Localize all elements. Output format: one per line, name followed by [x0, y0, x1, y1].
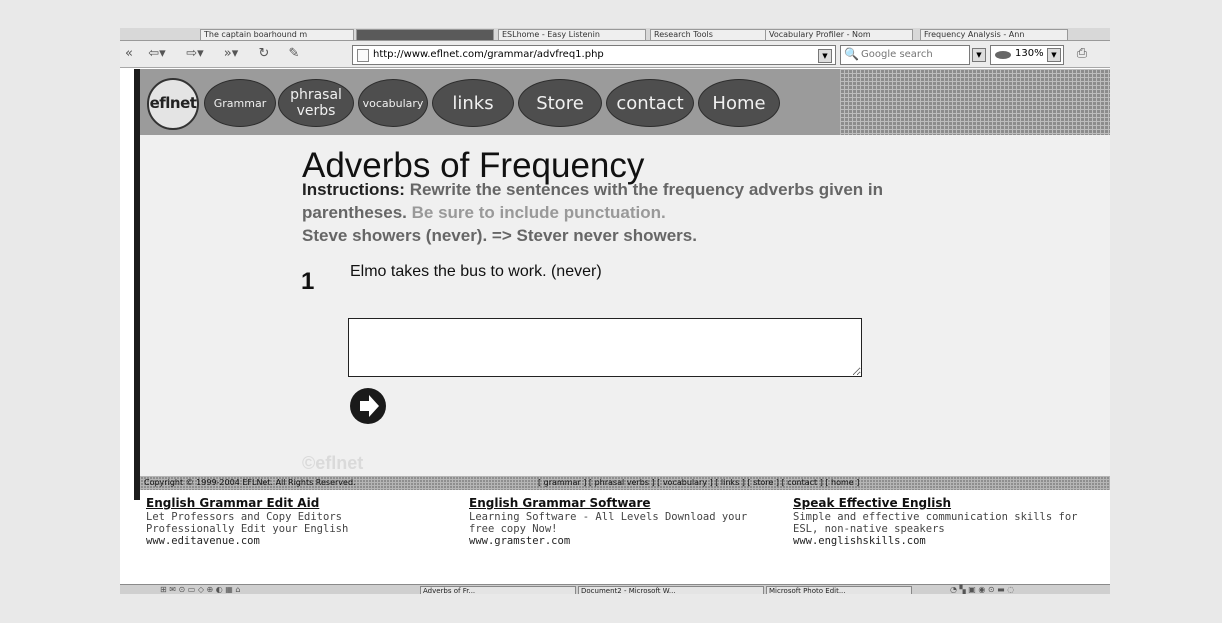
nav-vocabulary[interactable]: vocabulary: [358, 79, 428, 127]
ad-text: Simple and effective communication skill…: [793, 511, 1078, 523]
zoom-eye-icon: [995, 51, 1011, 59]
browser-toolbar: « ⇦▾ ⇨▾ »▾ ↻ ✎ ▼ 🔍 ▼ 130% ▼ ⎙: [120, 41, 1110, 68]
logo-text: eflnet: [149, 94, 197, 112]
ad-block[interactable]: English Grammar Software Learning Softwa…: [469, 496, 789, 547]
ad-text: free copy Now!: [469, 523, 558, 535]
search-dropdown-icon[interactable]: ▼: [972, 48, 986, 62]
question-number: 1: [301, 268, 315, 295]
url-dropdown-icon[interactable]: ▼: [818, 49, 832, 63]
question-text: Elmo takes the bus to work. (never): [350, 263, 602, 280]
fast-forward-icon[interactable]: »▾: [216, 45, 246, 63]
nav-grammar[interactable]: Grammar: [204, 79, 276, 127]
ad-text: Let Professors and Copy Editors: [146, 511, 342, 523]
ad-headline[interactable]: Speak Effective English: [793, 496, 1110, 511]
answer-field[interactable]: [348, 318, 862, 377]
nav-contact[interactable]: contact: [606, 79, 694, 127]
ad-block[interactable]: Speak Effective English Simple and effec…: [793, 496, 1110, 547]
nav-pattern: [840, 69, 1110, 135]
url-input[interactable]: [373, 47, 803, 61]
browser-tab[interactable]: Vocabulary Profiler - Nom: [765, 29, 913, 41]
reload-icon[interactable]: ↻: [252, 45, 276, 63]
browser-tab[interactable]: ESLhome - Easy Listenin: [498, 29, 646, 41]
ad-text: Learning Software - All Levels Download …: [469, 511, 748, 523]
taskbar: ⊞ ✉ ⊙ ▭ ◇ ⊕ ◐ ▦ ⌂ Adverbs of Fr... Docum…: [120, 584, 1110, 594]
instructions-label: Instructions:: [302, 180, 405, 199]
ad-url[interactable]: www.gramster.com: [469, 535, 789, 547]
submit-button[interactable]: [350, 388, 386, 424]
browser-tab[interactable]: Frequency Analysis - Ann: [920, 29, 1068, 41]
taskbar-item[interactable]: Document2 - Microsoft W...: [578, 586, 764, 594]
instructions: Instructions: Rewrite the sentences with…: [302, 178, 982, 247]
browser-tab-strip: The captain boarhound m ESLhome - Easy L…: [120, 28, 1110, 41]
zoom-level: 130%: [1015, 48, 1044, 59]
browser-tab[interactable]: The captain boarhound m: [200, 29, 354, 41]
copyright-text: Copyright © 1999-2004 EFLNet. All Rights…: [144, 478, 356, 487]
zoom-dropdown-icon[interactable]: ▼: [1047, 48, 1061, 62]
instructions-example: Steve showers (never). => Stever never s…: [302, 226, 697, 245]
ad-block[interactable]: English Grammar Edit Aid Let Professors …: [146, 496, 466, 547]
browser-tab-active[interactable]: [356, 29, 494, 41]
ad-url[interactable]: www.editavenue.com: [146, 535, 466, 547]
taskbar-item[interactable]: Adverbs of Fr...: [420, 586, 576, 594]
screenshot-frame: The captain boarhound m ESLhome - Easy L…: [120, 28, 1110, 594]
watermark: ©eflnet: [302, 453, 364, 473]
quick-launch-icons[interactable]: ⊞ ✉ ⊙ ▭ ◇ ⊕ ◐ ▦ ⌂: [160, 585, 410, 594]
instructions-extra: Be sure to include punctuation.: [411, 203, 666, 222]
page-icon: [357, 49, 369, 62]
ad-headline[interactable]: English Grammar Edit Aid: [146, 496, 466, 511]
footer-links[interactable]: [ grammar ] [ phrasal verbs ] [ vocabula…: [538, 478, 859, 488]
ad-url[interactable]: www.englishskills.com: [793, 535, 1110, 547]
back-icon[interactable]: ⇦▾: [142, 45, 172, 63]
ad-text: Professionally Edit your English: [146, 523, 349, 535]
search-icon: 🔍: [844, 47, 859, 61]
browser-tab[interactable]: Research Tools: [650, 29, 768, 41]
printer-icon[interactable]: ⎙: [1070, 45, 1094, 63]
arrow-right-icon: [360, 395, 379, 417]
google-search-input[interactable]: [861, 47, 949, 61]
nav-phrasal-verbs[interactable]: phrasal verbs: [278, 79, 354, 127]
address-bar[interactable]: ▼: [352, 45, 836, 65]
nav-store[interactable]: Store: [518, 79, 602, 127]
ad-headline[interactable]: English Grammar Software: [469, 496, 789, 511]
zoom-control[interactable]: 130% ▼: [990, 45, 1064, 65]
edit-icon[interactable]: ✎: [282, 45, 306, 63]
history-icon[interactable]: «: [122, 45, 136, 63]
google-search-box[interactable]: 🔍: [840, 45, 970, 65]
taskbar-item[interactable]: Microsoft Photo Edit...: [766, 586, 912, 594]
eflnet-logo[interactable]: eflnet: [147, 78, 199, 130]
nav-links[interactable]: links: [432, 79, 514, 127]
ad-text: ESL, non-native speakers: [793, 523, 945, 535]
nav-home[interactable]: Home: [698, 79, 780, 127]
forward-icon[interactable]: ⇨▾: [180, 45, 210, 63]
system-tray-icons[interactable]: ◔ ▚ ▣ ◉ ⊙ ▬ ◌: [950, 585, 1100, 594]
